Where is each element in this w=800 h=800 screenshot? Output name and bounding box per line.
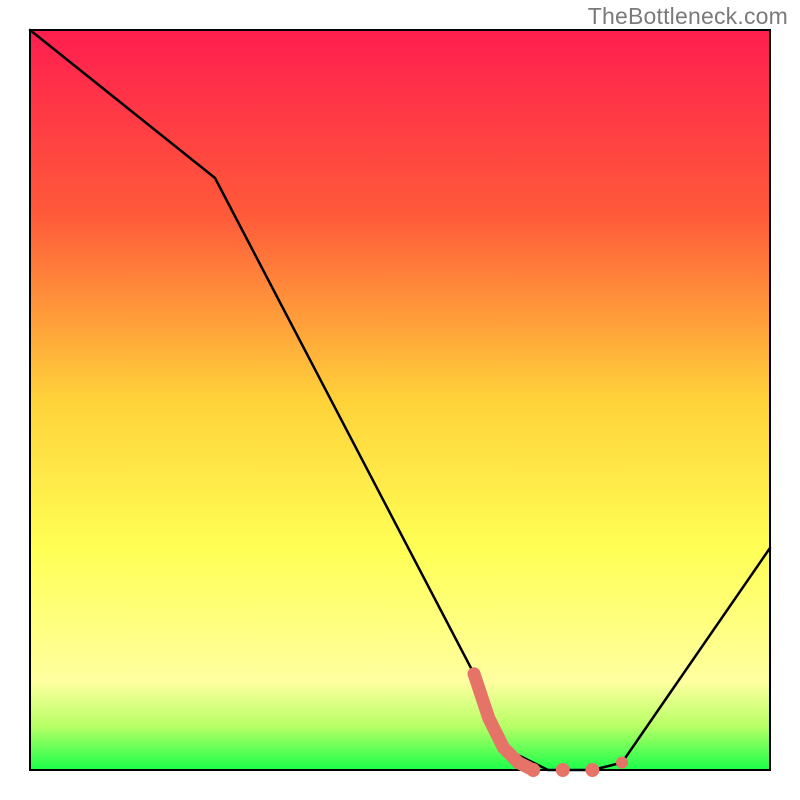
- optimal-point: [526, 763, 540, 777]
- plot-background: [30, 30, 770, 770]
- chart-svg: [0, 0, 800, 800]
- optimal-point: [585, 763, 599, 777]
- optimal-point: [556, 763, 570, 777]
- bottleneck-chart: TheBottleneck.com: [0, 0, 800, 800]
- optimal-point: [616, 757, 628, 769]
- watermark-text: TheBottleneck.com: [588, 3, 788, 30]
